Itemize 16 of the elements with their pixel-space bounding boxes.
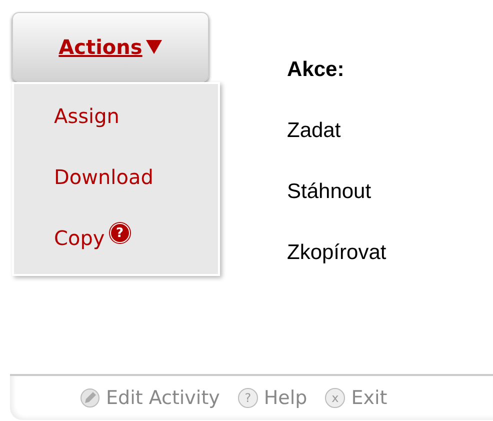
close-icon: x <box>325 388 346 408</box>
menu-item[interactable]: Copy <box>54 226 105 250</box>
pencil-icon <box>80 388 100 408</box>
actions-button[interactable]: Actions <box>12 12 209 82</box>
help-icon[interactable]: ? <box>110 223 130 243</box>
caret-icon <box>146 40 162 54</box>
footer-link[interactable]: Edit Activity <box>106 387 220 409</box>
footer-link[interactable]: Help <box>264 387 308 409</box>
menu-item[interactable]: Download <box>54 165 154 189</box>
menu-item[interactable]: Assign <box>54 104 120 128</box>
footer-link[interactable]: Exit <box>351 387 388 409</box>
translation-text: Zadat <box>287 119 342 143</box>
translation-text: Zkopírovat <box>287 241 386 265</box>
heading: Akce: <box>287 58 346 82</box>
translation-text: Stáhnout <box>287 180 372 204</box>
help-icon: ? <box>238 388 258 408</box>
